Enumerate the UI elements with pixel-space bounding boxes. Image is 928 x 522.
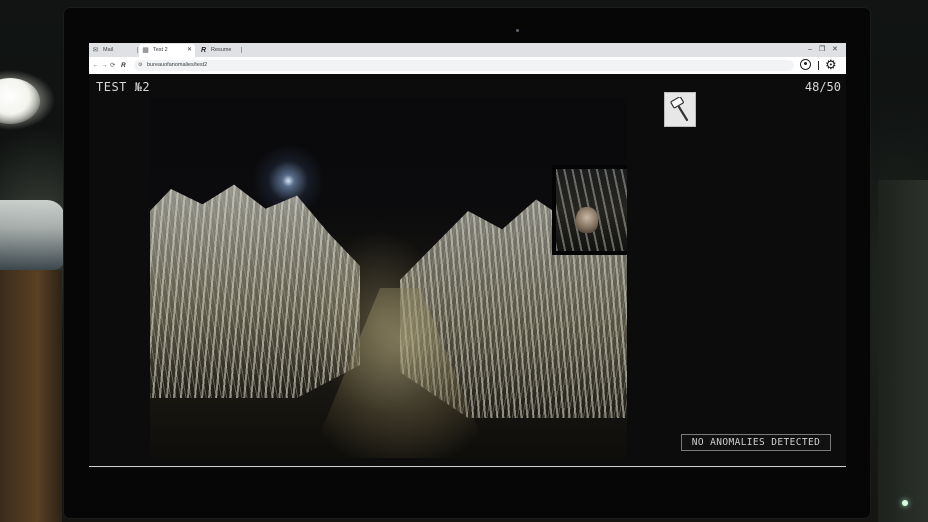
address-toolbar: ← → ⟳ R ⚙ bureauofanomalies/test2 ⚙ [89, 57, 846, 74]
tab-separator [137, 47, 138, 53]
forward-arrow-icon[interactable]: → [101, 59, 108, 72]
tab-separator [241, 47, 242, 53]
bottom-divider [89, 466, 846, 467]
test-page: TEST №2 48/50 NO ANOMALIES DETECTED [89, 74, 846, 469]
page-title: TEST №2 [96, 80, 151, 94]
tab-label: Test 2 [153, 47, 168, 53]
progress-counter: 48/50 [804, 80, 841, 94]
mail-icon: ✉ [92, 47, 99, 54]
close-tab-icon[interactable]: ✕ [187, 44, 192, 57]
magnifier-tool-button[interactable] [664, 92, 696, 127]
webcam-dot [516, 29, 519, 32]
checkered-icon: ▦ [142, 47, 149, 54]
back-arrow-icon[interactable]: ← [92, 59, 99, 72]
lamp-glow [0, 78, 40, 124]
monitor-screen: ✉ Mail ▦ Test 2 ✕ R Resume – ❐ ✕ ← → ⟳ R [89, 43, 846, 469]
magnified-region[interactable] [552, 165, 627, 255]
restore-button[interactable]: ❐ [819, 44, 825, 56]
site-info-icon[interactable]: ⚙ [138, 60, 142, 71]
status-badge: NO ANOMALIES DETECTED [681, 434, 831, 451]
url-text: bureauofanomalies/test2 [147, 62, 208, 68]
tab-test-2[interactable]: ▦ Test 2 ✕ [139, 44, 195, 57]
profile-icon[interactable] [800, 59, 811, 70]
tab-label: Mail [103, 47, 114, 53]
minimize-button[interactable]: – [808, 44, 812, 56]
close-window-button[interactable]: ✕ [832, 44, 838, 56]
scene-image[interactable] [150, 98, 627, 458]
url-bar[interactable]: ⚙ bureauofanomalies/test2 [134, 60, 794, 71]
tab-bar: ✉ Mail ▦ Test 2 ✕ R Resume – ❐ ✕ [89, 43, 846, 57]
right-wall [878, 180, 928, 522]
bookshelf [0, 270, 62, 522]
tab-mail[interactable]: ✉ Mail [89, 44, 135, 57]
home-logo-icon[interactable]: R [121, 59, 126, 72]
hidden-figure [576, 207, 598, 233]
power-led [902, 500, 908, 506]
reload-icon[interactable]: ⟳ [110, 59, 115, 72]
r-logo-icon: R [200, 47, 207, 54]
tab-resume[interactable]: R Resume [197, 44, 243, 57]
room-background: ✉ Mail ▦ Test 2 ✕ R Resume – ❐ ✕ ← → ⟳ R [0, 0, 928, 522]
gear-icon[interactable]: ⚙ [825, 57, 837, 73]
magnifier-stamp-icon [670, 97, 689, 122]
shelf-light [0, 200, 65, 270]
tab-label: Resume [211, 47, 232, 53]
toolbar-separator [818, 61, 819, 70]
cornfield-left [150, 184, 360, 398]
